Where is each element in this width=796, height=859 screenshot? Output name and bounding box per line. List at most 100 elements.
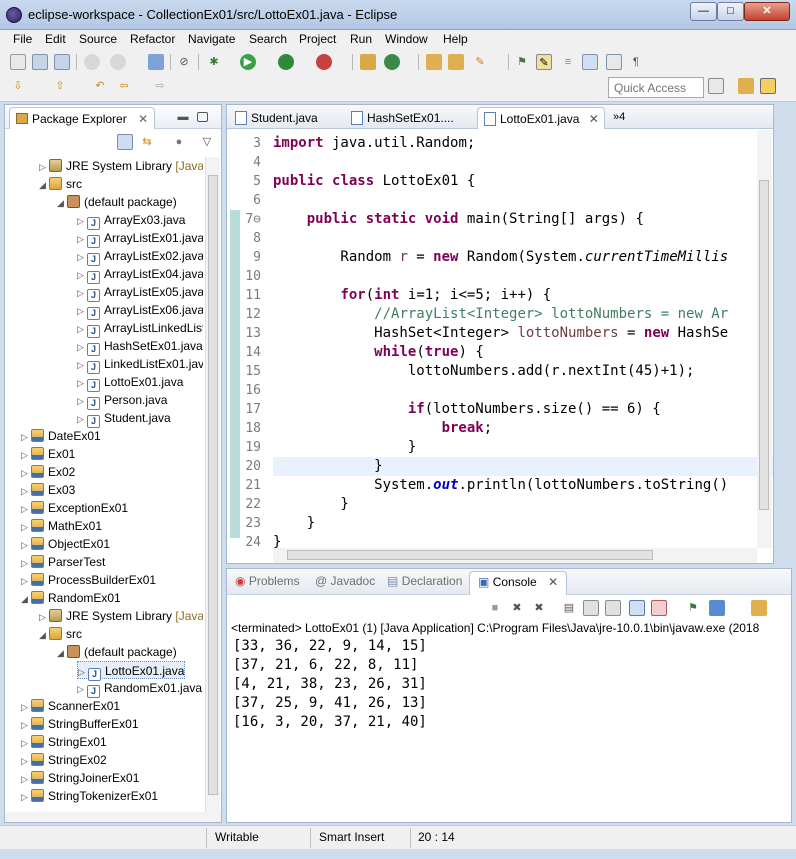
editor-vertical-scrollbar[interactable] [757,130,772,548]
code-line[interactable] [273,191,773,210]
expand-arrow-icon[interactable]: ▷ [39,158,49,176]
tree-item[interactable]: ▷ HashSetEx01.java [77,337,203,356]
tree-item[interactable]: ▷ StringJoinerEx01 [21,769,139,787]
expand-arrow-icon[interactable]: ▷ [77,338,87,356]
code-line[interactable]: HashSet<Integer> lottoNumbers = new Hash… [273,324,773,343]
tree-item[interactable]: ◢ src [39,625,82,643]
view-menu-icon[interactable]: ▽ [199,134,215,150]
tree-horizontal-scrollbar[interactable] [5,812,221,822]
show-on-stderr-icon[interactable] [651,600,667,616]
tree-item[interactable]: ▷ ArrayEx03.java [77,211,185,230]
tree-item[interactable]: ▷ ProcessBuilderEx01 [21,571,156,589]
code-line[interactable]: } [273,457,773,476]
code-line[interactable]: //ArrayList<Integer> lottoNumbers = new … [273,305,773,324]
run-icon[interactable]: ▶ [240,54,256,70]
word-wrap-icon[interactable] [582,54,598,70]
tree-item[interactable]: ▷ ArrayListEx05.java [77,283,203,302]
word-wrap-console-icon[interactable] [605,600,621,616]
tree-item[interactable]: ▷ ArrayListEx06.java [77,301,203,320]
collapse-all-icon[interactable] [117,134,133,150]
close-icon[interactable]: ✕ [138,112,148,126]
new-class-icon[interactable] [384,54,400,70]
forward-icon[interactable]: ⇨ [152,78,168,94]
collapse-arrow-icon[interactable]: ◢ [21,590,31,608]
show-whitespace-icon[interactable]: ¶ [628,54,644,70]
scroll-lock-icon[interactable] [583,600,599,616]
code-line[interactable]: import java.util.Random; [273,134,773,153]
open-folder-icon[interactable] [448,54,464,70]
show-on-stdout-icon[interactable] [629,600,645,616]
last-edit-location-icon[interactable]: ↶ [92,78,108,94]
avatar-icon[interactable] [110,54,126,70]
tree-item[interactable]: ▷ ObjectEx01 [21,535,110,553]
status-insert-mode[interactable]: Smart Insert [319,830,384,844]
code-line[interactable] [273,381,773,400]
code-line[interactable]: } [273,495,773,514]
mark-occurrences-icon[interactable]: ✎ [536,54,552,70]
menu-source[interactable]: Source [79,32,117,46]
minimize-button[interactable]: — [690,2,717,21]
expand-arrow-icon[interactable]: ▷ [77,320,87,338]
code-line[interactable]: } [273,514,773,533]
maximize-view-icon[interactable] [197,112,208,122]
tree-item[interactable]: ▷ Ex02 [21,463,75,481]
expand-arrow-icon[interactable]: ▷ [21,752,31,770]
expand-arrow-icon[interactable]: ▷ [77,284,87,302]
java-perspective-icon[interactable] [760,78,776,94]
collapse-arrow-icon[interactable]: ◢ [39,626,49,644]
expand-arrow-icon[interactable]: ▷ [21,698,31,716]
expand-arrow-icon[interactable]: ▷ [77,302,87,320]
close-button[interactable]: ✕ [744,2,790,21]
open-console-icon[interactable] [751,600,767,616]
collapse-arrow-icon[interactable]: ◢ [57,194,67,212]
console-output[interactable]: [33, 36, 22, 9, 14, 15] [37, 21, 6, 22, 8… [233,637,427,732]
tree-item[interactable]: ▷ ParserTest [21,553,105,571]
next-annotation-icon[interactable]: ⚑ [514,54,530,70]
source-code[interactable]: import java.util.Random; public class Lot… [273,134,773,548]
expand-arrow-icon[interactable]: ▷ [21,770,31,788]
tab-hashsetex01-java[interactable]: HashSetEx01.... [345,107,475,129]
new-java-project-icon[interactable] [360,54,376,70]
expand-arrow-icon[interactable]: ▷ [21,734,31,752]
code-line[interactable]: while(true) { [273,343,773,362]
back-icon[interactable]: ⇦ [116,78,132,94]
open-type-icon[interactable] [426,54,442,70]
new-icon[interactable] [10,54,26,70]
expand-arrow-icon[interactable]: ▷ [21,788,31,806]
tree-item[interactable]: ▷ JRE System Library [Java [39,607,203,625]
expand-arrow-icon[interactable]: ▷ [21,500,31,518]
coverage-icon[interactable] [278,54,294,70]
tree-item[interactable]: ▷ ArrayListEx01.java [77,229,203,248]
tree-item[interactable]: ▷ Ex01 [21,445,75,463]
tree-item[interactable]: ▷ ArrayListLinkedList [77,319,203,338]
tree-item[interactable]: ▷ RandomEx01.java [77,679,202,698]
tree-item[interactable]: ◢ src [39,175,82,193]
tab-console[interactable]: ▣ Console ✕ [469,571,568,595]
tree-item[interactable]: ▷ DateEx01 [21,427,101,445]
skip-breakpoints-icon[interactable]: ⊘ [176,54,192,70]
expand-arrow-icon[interactable]: ▷ [77,230,87,248]
expand-arrow-icon[interactable]: ▷ [77,248,87,266]
close-icon[interactable]: ✕ [548,575,558,589]
expand-arrow-icon[interactable]: ▷ [21,464,31,482]
tree-item[interactable]: ▷ StringBufferEx01 [21,715,139,733]
tab-lottoex01-java[interactable]: LottoEx01.java ✕ [477,107,605,129]
expand-arrow-icon[interactable]: ▷ [21,716,31,734]
save-icon[interactable] [32,54,48,70]
tree-item[interactable]: ▷ StringEx02 [21,751,107,769]
link-with-editor-icon[interactable]: ⇆ [139,134,155,150]
tree-item[interactable]: ▷ Ex03 [21,481,75,499]
expand-arrow-icon[interactable]: ▷ [21,518,31,536]
menu-help[interactable]: Help [443,32,468,46]
expand-arrow-icon[interactable]: ▷ [77,680,87,698]
expand-arrow-icon[interactable]: ▷ [77,392,87,410]
tree-item[interactable]: ▷ StringEx01 [21,733,107,751]
next-annotation-down-icon[interactable]: ⇩ [10,78,26,94]
expand-arrow-icon[interactable]: ▷ [21,536,31,554]
pin-console-icon[interactable]: ⚑ [685,600,701,616]
tab-student-java[interactable]: Student.java [229,107,341,129]
collapse-arrow-icon[interactable]: ◢ [39,176,49,194]
tree-item[interactable]: ◢ (default package) [57,643,177,661]
previous-annotation-icon[interactable]: ⇧ [52,78,68,94]
code-line[interactable]: } [273,533,773,548]
